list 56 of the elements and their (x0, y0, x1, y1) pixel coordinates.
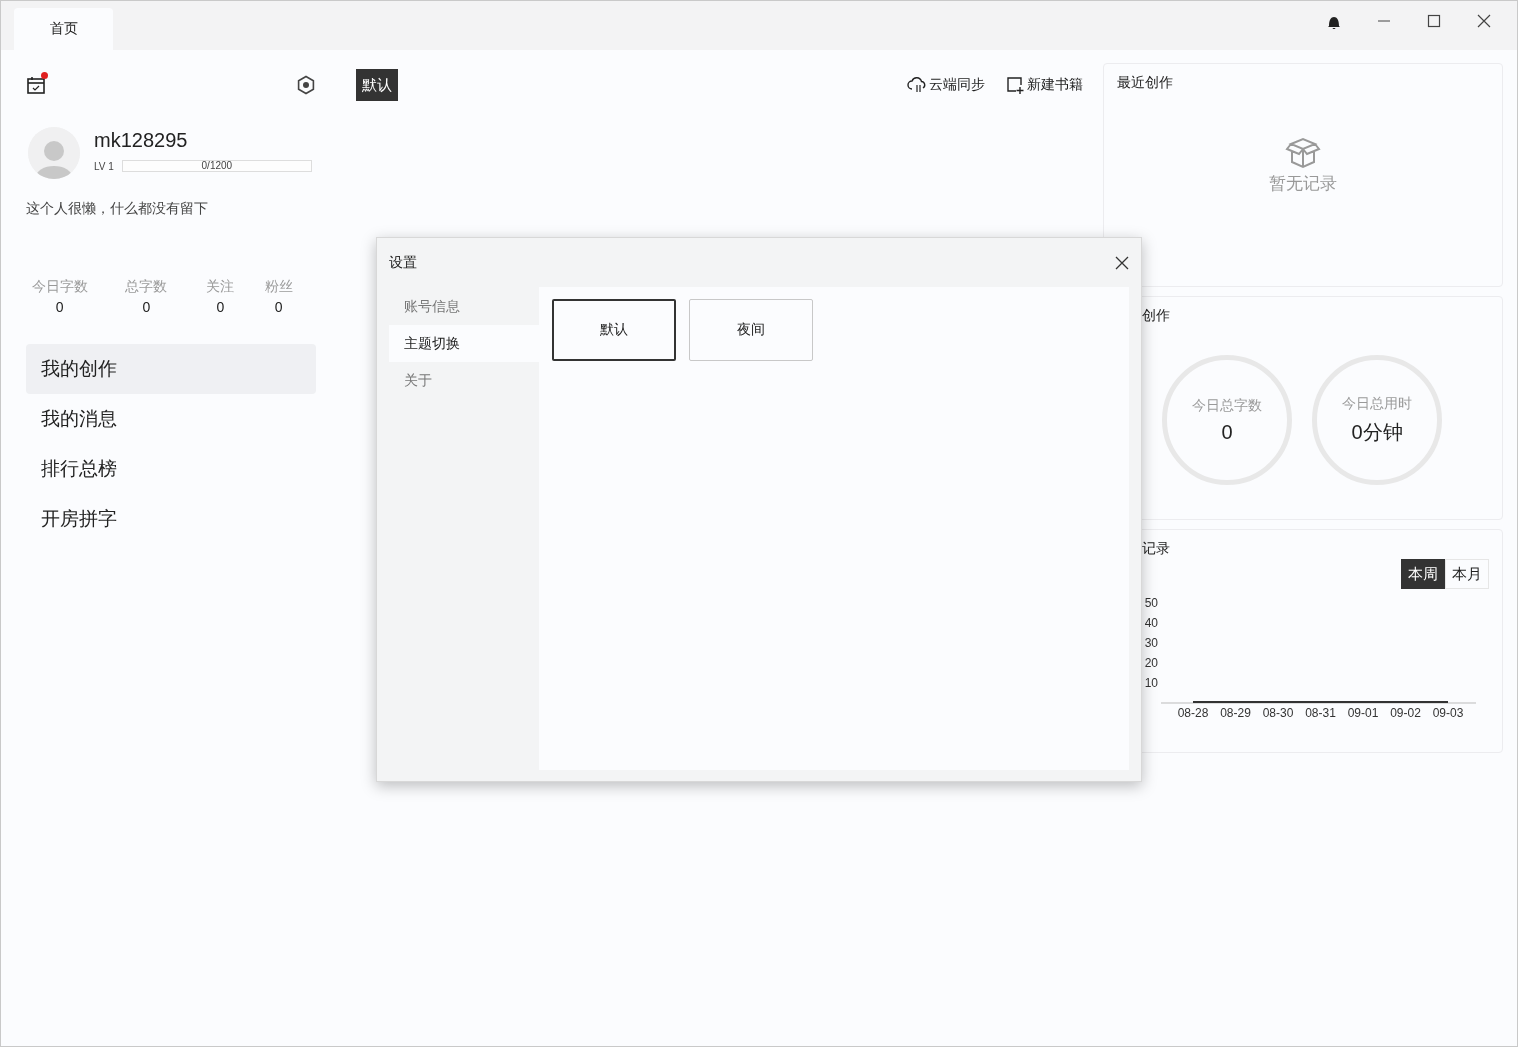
toolbar-link[interactable]: 云端同步 (929, 76, 985, 94)
tab[interactable]: 首页 (14, 8, 113, 50)
settings-icon[interactable] (296, 75, 316, 95)
x-tick-label: 08-31 (1305, 706, 1336, 720)
theme-option[interactable]: 默认 (552, 299, 676, 361)
card-title: 记录 (1141, 540, 1171, 558)
stat-value: 0 (142, 299, 151, 315)
menu-item[interactable]: 我的创作 (26, 344, 316, 394)
card-title: 创作 (1141, 307, 1171, 325)
stat-value: 0 (274, 299, 283, 315)
cloud-icon[interactable] (907, 75, 927, 95)
nav-item[interactable]: 主题切换 (389, 325, 539, 362)
x-tick-label: 08-30 (1262, 706, 1294, 720)
stat-value: 0 (216, 299, 225, 315)
stat-label: 关注 (206, 278, 235, 296)
stat-label: 今日字数 (31, 278, 88, 296)
x-tick-label: 08-29 (1220, 706, 1251, 720)
close-icon[interactable] (1115, 255, 1129, 270)
maximize-icon[interactable] (1426, 13, 1442, 29)
period-tab[interactable]: 本月 (1445, 559, 1489, 589)
add-document-icon[interactable] (1005, 75, 1025, 95)
progress-text: 0/1200 (200, 159, 234, 173)
nav-item[interactable]: 关于 (389, 362, 539, 399)
stat-label: 粉丝 (264, 278, 293, 296)
x-tick-label: 09-02 (1390, 706, 1421, 720)
ring-value: 0分钟 (1351, 419, 1403, 445)
x-tick-label: 09-01 (1347, 706, 1379, 720)
box-icon (1285, 136, 1321, 170)
toolbar-link[interactable]: 新建书籍 (1027, 76, 1083, 94)
level-label: LV 1 (94, 160, 114, 172)
close-icon[interactable] (1476, 13, 1492, 29)
nav-item[interactable]: 账号信息 (389, 288, 539, 325)
bio-text: 这个人很懒，什么都没有留下 (26, 200, 209, 218)
menu-item[interactable]: 排行总榜 (26, 444, 316, 494)
theme-button[interactable]: 默认 (356, 69, 398, 101)
ring-label: 今日总字数 (1192, 396, 1262, 415)
ring-value: 0 (1221, 420, 1233, 444)
x-tick-label: 08-28 (1177, 706, 1209, 720)
username: mk128295 (94, 129, 189, 152)
y-tick-label: 50 (1144, 597, 1158, 610)
x-tick-label: 09-03 (1432, 706, 1464, 720)
y-tick-label: 30 (1144, 636, 1158, 650)
y-tick-label: 10 (1144, 676, 1158, 690)
stat-value: 0 (55, 299, 64, 315)
y-tick-label: 40 (1144, 616, 1158, 630)
theme-option[interactable]: 夜间 (689, 299, 813, 361)
calendar-icon[interactable] (26, 75, 46, 95)
stat-label: 总字数 (125, 278, 168, 296)
menu-item[interactable]: 开房拼字 (26, 494, 316, 544)
empty-text: 暂无记录 (1269, 173, 1337, 195)
menu-item[interactable]: 我的消息 (26, 394, 316, 444)
period-tab[interactable]: 本周 (1401, 559, 1445, 589)
ring-label: 今日总用时 (1342, 394, 1412, 413)
y-tick-label: 20 (1144, 656, 1158, 670)
dialog-title: 设置 (389, 253, 417, 272)
card-title: 最近创作 (1117, 74, 1174, 92)
